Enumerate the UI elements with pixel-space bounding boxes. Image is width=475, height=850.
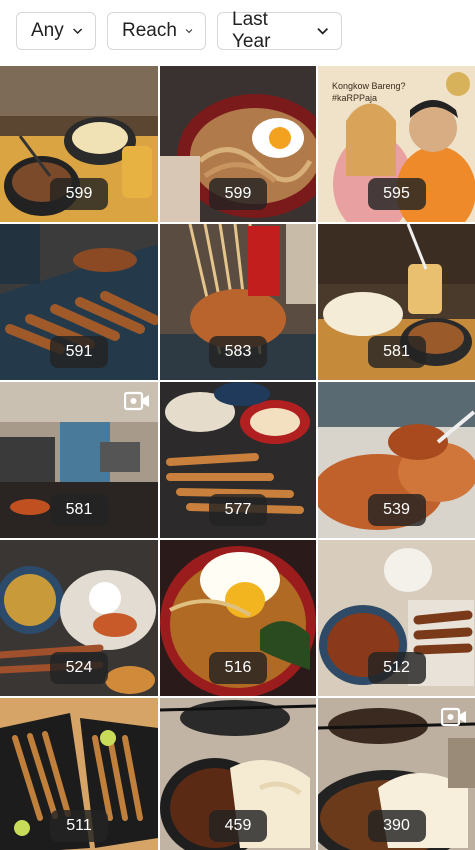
post-tile[interactable]: 581	[318, 224, 475, 380]
post-tile[interactable]: 591	[0, 224, 158, 380]
post-tile[interactable]: 599	[160, 66, 316, 222]
post-tile[interactable]: 511	[0, 698, 158, 850]
poster-headline: Kongkow Bareng?	[332, 81, 406, 91]
reach-count-badge: 581	[50, 494, 108, 526]
reel-icon	[124, 391, 149, 411]
reach-count-badge: 512	[367, 652, 426, 684]
reach-count-badge: 516	[209, 652, 267, 684]
post-grid: 599 599 Kongkow Bareng? #kaRPPaja 595 59…	[0, 66, 475, 850]
post-tile[interactable]: Kongkow Bareng? #kaRPPaja 595	[318, 66, 475, 222]
post-tile[interactable]: 512	[318, 540, 475, 696]
reach-count-badge: 459	[209, 810, 267, 842]
reach-count-badge: 577	[209, 494, 267, 526]
chevron-down-icon	[185, 29, 193, 34]
reel-icon	[441, 707, 466, 727]
post-tile[interactable]: 539	[318, 382, 475, 538]
post-tile[interactable]: 516	[160, 540, 316, 696]
post-tile[interactable]: 390	[318, 698, 475, 850]
reach-count-badge: 599	[209, 178, 267, 210]
post-tile[interactable]: 459	[160, 698, 316, 850]
poster-text: Kongkow Bareng? #kaRPPaja	[332, 80, 406, 104]
type-filter-label: Any	[31, 20, 64, 41]
filter-bar: Any Reach Last Year	[0, 0, 475, 62]
reach-count-badge: 390	[367, 810, 426, 842]
period-filter-label: Last Year	[232, 9, 271, 52]
metric-filter-label: Reach	[122, 20, 177, 41]
reach-count-badge: 511	[50, 810, 108, 842]
reach-count-badge: 524	[50, 652, 108, 684]
chevron-down-icon	[72, 28, 82, 35]
type-filter-dropdown[interactable]: Any	[16, 12, 96, 50]
reach-count-badge: 591	[50, 336, 108, 368]
chevron-down-icon	[316, 28, 328, 35]
post-tile[interactable]: 599	[0, 66, 158, 222]
reach-count-badge: 581	[367, 336, 426, 368]
reach-count-badge: 583	[209, 336, 267, 368]
post-tile[interactable]: 583	[160, 224, 316, 380]
poster-hashtag: #kaRPPaja	[332, 93, 378, 103]
metric-filter-dropdown[interactable]: Reach	[107, 12, 206, 50]
period-filter-dropdown[interactable]: Last Year	[217, 9, 342, 52]
reach-count-badge: 595	[367, 178, 426, 210]
post-tile[interactable]: 581	[0, 382, 158, 538]
post-tile[interactable]: 524	[0, 540, 158, 696]
reach-count-badge: 539	[367, 494, 426, 526]
post-tile[interactable]: 577	[160, 382, 316, 538]
reach-count-badge: 599	[50, 178, 108, 210]
